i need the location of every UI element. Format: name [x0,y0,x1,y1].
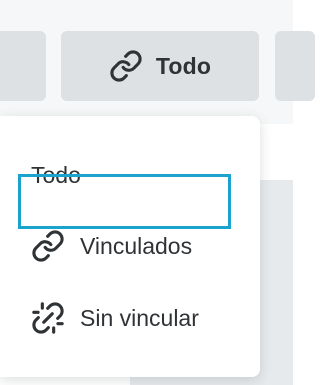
menu-item-label: Vinculados [80,232,193,259]
menu-item-vinculados[interactable]: Vinculados [0,222,260,270]
link-icon [109,49,143,83]
unlink-icon [31,301,65,335]
filter-dropdown-menu: Todo Vinculados Sin vincular [0,116,260,377]
focus-ring [18,174,231,229]
menu-item-sin-vincular[interactable]: Sin vincular [0,294,260,342]
filter-tab-label: Todo [155,52,212,79]
filter-tab-left[interactable] [0,31,46,101]
menu-item-label: Sin vincular [80,304,199,331]
filter-tab-right[interactable] [275,31,315,101]
link-icon [31,229,65,263]
filter-tab-todo[interactable]: Todo [61,31,259,101]
